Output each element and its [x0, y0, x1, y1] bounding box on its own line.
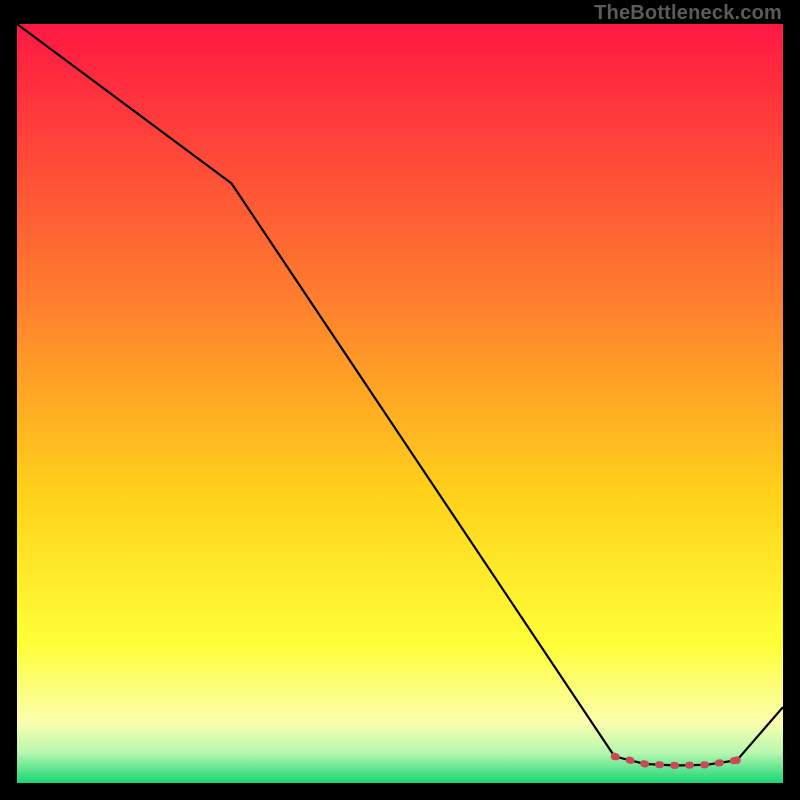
gradient-fill [17, 24, 783, 783]
optimal-range-end [733, 756, 741, 764]
optimal-range-end [611, 753, 619, 761]
attribution-text: TheBottleneck.com [594, 2, 782, 25]
bottleneck-chart [17, 24, 783, 783]
chart-frame: TheBottleneck.com [0, 0, 800, 800]
